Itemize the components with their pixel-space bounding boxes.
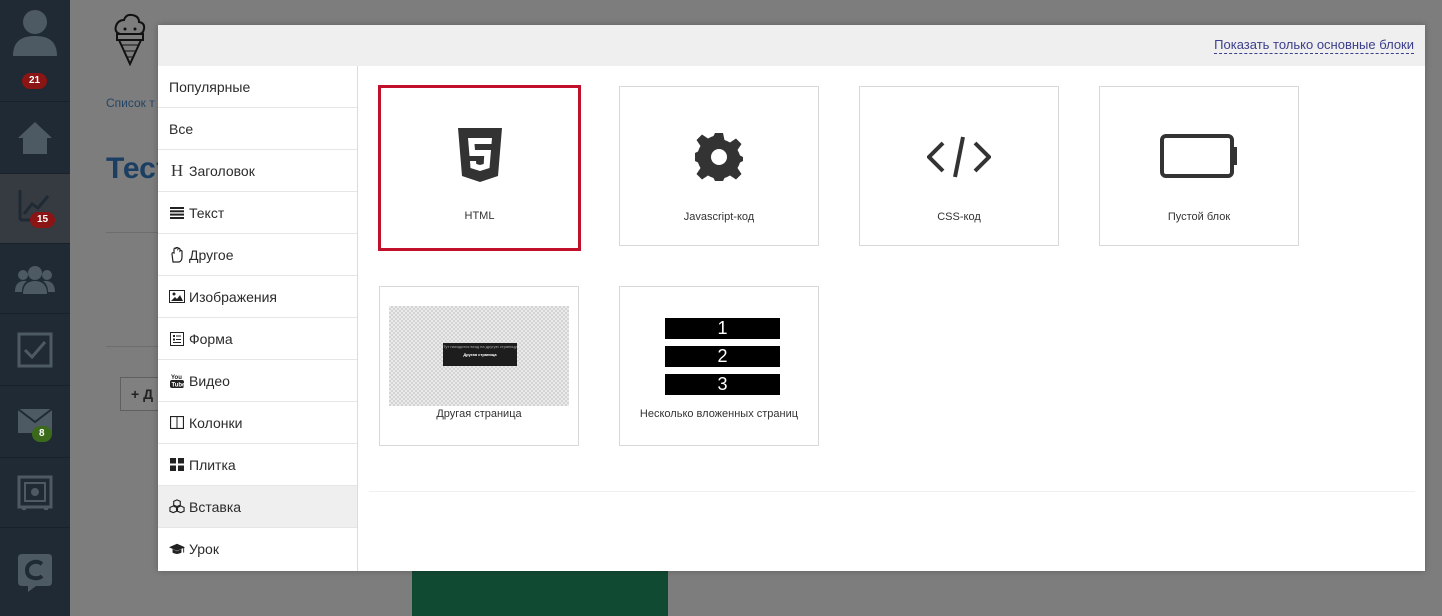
sidebar-item-statistics[interactable]: 15 [0,174,70,244]
category-tiles[interactable]: Плитка [158,444,357,486]
card-label: Другая страница [436,408,522,420]
block-category-list: Популярные Все H Заголовок Текст Другое … [158,66,358,571]
modal-header: Показать только основные блоки [158,25,1425,66]
category-heading[interactable]: H Заголовок [158,150,357,192]
thumbnail-small-text: Тут находится вход на другую страницу [443,344,517,349]
sidebar-item-brand[interactable] [0,528,70,616]
brand-logo-icon [18,554,52,592]
numbered-list: 1 2 3 [665,318,780,402]
category-label: Форма [189,330,233,347]
card-label: Пустой блок [1167,211,1231,223]
add-block-modal: Показать только основные блоки Популярны… [158,25,1425,571]
columns-icon [169,415,185,431]
thumbnail-box: Тут находится вход на другую страницу Др… [443,343,517,366]
heading-icon: H [170,160,184,180]
category-label: Колонки [189,414,243,431]
category-lesson[interactable]: Урок [158,528,357,570]
hand-icon [169,246,185,263]
category-text[interactable]: Текст [158,192,357,234]
text-lines-icon [169,205,185,221]
cubes-icon [169,499,185,515]
block-card-grid: HTML Javascript-код CSS-код Пустой блок … [359,66,1425,571]
category-video[interactable]: You Tube Видео [158,360,357,402]
category-label: Текст [189,204,225,221]
block-card-css[interactable]: CSS-код [859,86,1059,246]
category-label: Плитка [189,456,236,473]
category-label: Урок [189,541,219,557]
card-label: Несколько вложенных страниц [639,408,799,420]
breadcrumb[interactable]: Список т [106,96,155,110]
card-label: CSS-код [937,211,981,223]
site-logo [112,12,148,71]
sidebar-item-finance[interactable] [0,458,70,528]
category-other[interactable]: Другое [158,234,357,276]
ice-cream-logo-icon [114,13,146,67]
notification-badge: 15 [30,212,56,228]
page-thumbnail: Тут находится вход на другую страницу Др… [389,306,569,406]
block-card-nested-pages[interactable]: 1 2 3 Несколько вложенных страниц [619,286,819,446]
html5-icon [381,128,578,184]
category-all[interactable]: Все [158,108,357,150]
sidebar-item-users[interactable] [0,244,70,314]
category-label: Видео [189,372,230,389]
category-label: Другое [189,246,234,263]
category-popular[interactable]: Популярные [158,66,357,108]
sidebar-item-profile[interactable]: 21 [0,0,70,102]
block-card-javascript[interactable]: Javascript-код [619,86,819,246]
background-panel [106,232,166,347]
divider [369,491,1415,492]
category-embed[interactable]: Вставка [158,486,357,528]
category-label: Все [169,120,194,137]
block-card-empty[interactable]: Пустой блок [1099,86,1299,246]
category-label: Заголовок [189,162,255,179]
thumbnail-title: Другая страница [463,352,497,357]
numbered-row: 1 [665,318,780,339]
numbered-row: 3 [665,374,780,395]
home-icon [18,121,52,154]
empty-battery-icon [1100,133,1298,179]
image-icon [169,289,185,305]
category-label: Популярные [169,78,251,95]
app-sidebar: 21 15 8 [0,0,70,616]
notification-badge: 21 [22,73,48,89]
sidebar-item-tasks[interactable] [0,314,70,386]
block-card-other-page[interactable]: Тут находится вход на другую страницу Др… [379,286,579,446]
card-label: HTML [464,210,495,222]
code-icon [860,135,1058,179]
gear-icon [620,131,818,183]
block-card-html[interactable]: HTML [378,85,581,251]
card-label: Javascript-код [683,211,755,223]
category-images[interactable]: Изображения [158,276,357,318]
show-basic-blocks-link[interactable]: Показать только основные блоки [1214,37,1414,54]
notification-badge: 8 [32,426,52,442]
youtube-icon: You Tube [169,373,185,389]
tiles-icon [169,457,185,473]
user-avatar-icon [13,10,57,56]
graduation-cap-icon [169,541,185,557]
category-columns[interactable]: Колонки [158,402,357,444]
svg-text:Tube: Tube [172,383,185,389]
sidebar-item-mail[interactable]: 8 [0,386,70,458]
form-icon [169,331,185,347]
background-image [412,570,668,616]
sidebar-item-home[interactable] [0,102,70,174]
category-label: Изображения [189,288,277,305]
checkbox-icon [17,332,53,367]
category-form[interactable]: Форма [158,318,357,360]
users-group-icon [15,265,55,294]
safe-icon [17,475,53,510]
numbered-row: 2 [665,346,780,367]
category-label: Вставка [189,498,242,515]
